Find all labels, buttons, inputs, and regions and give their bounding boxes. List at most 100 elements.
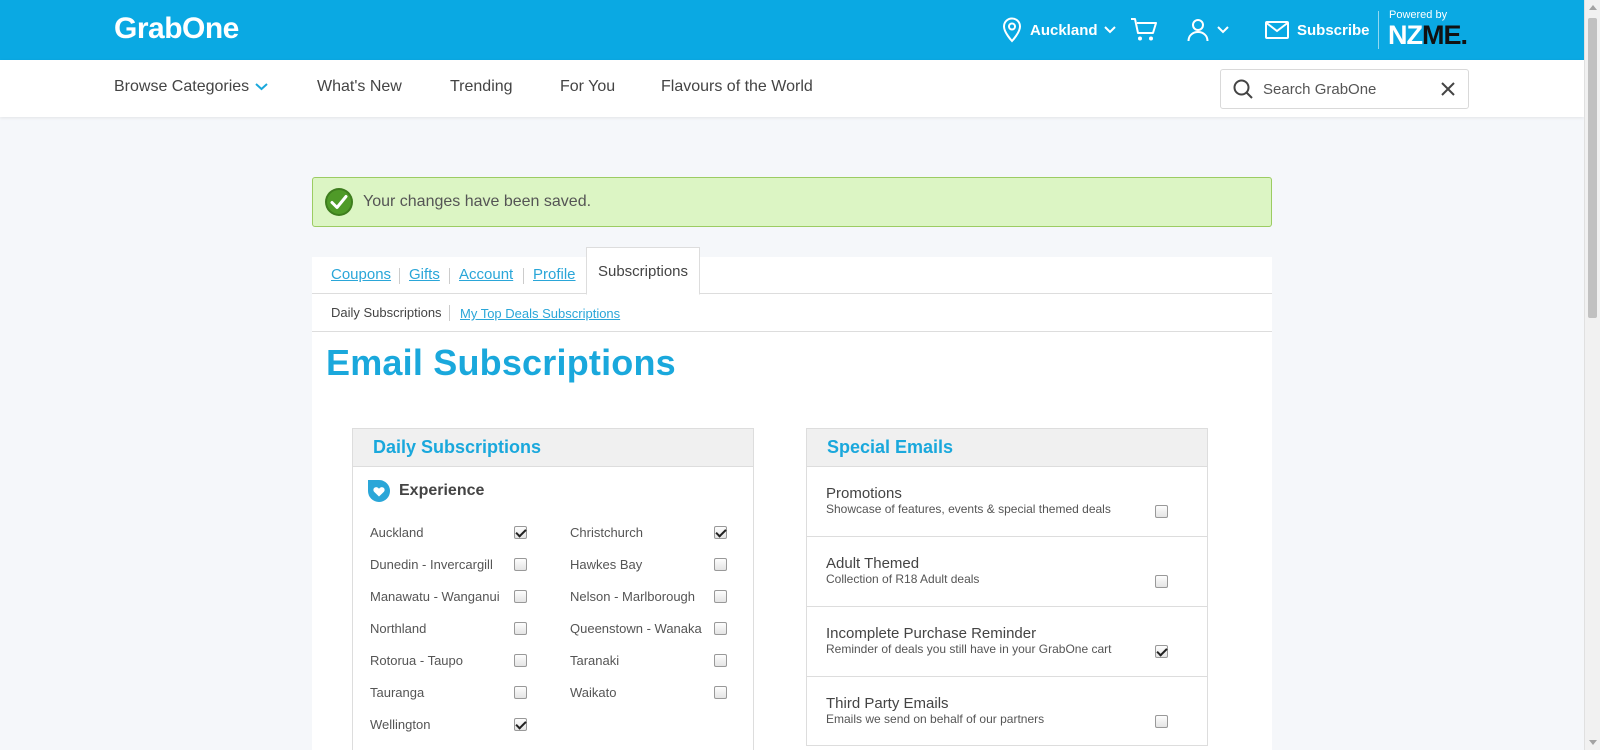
header-divider [1378, 11, 1379, 49]
mail-icon [1265, 21, 1289, 39]
special-email-description: Collection of R18 Adult deals [826, 572, 980, 586]
tab-separator [449, 268, 450, 284]
experience-section-title: Experience [399, 482, 485, 499]
search-box [1220, 69, 1469, 109]
city-checkbox[interactable] [714, 526, 727, 539]
scroll-up-arrow-icon[interactable] [1589, 5, 1597, 10]
special-email-title: Incomplete Purchase Reminder [826, 625, 1037, 642]
special-email-title: Adult Themed [826, 555, 920, 572]
city-checkbox[interactable] [514, 718, 527, 731]
city-checkbox[interactable] [514, 558, 527, 571]
nav-bar: Browse Categories What's New Trending Fo… [0, 60, 1584, 117]
city-label: Northland [370, 621, 427, 636]
account-tabs: Coupons Gifts Account Profile Subscripti… [312, 247, 1272, 295]
special-emails-heading: Special Emails [807, 429, 1207, 467]
heart-badge-icon [368, 480, 390, 502]
nav-browse-categories[interactable]: Browse Categories [114, 78, 268, 96]
daily-subscriptions-box: Daily Subscriptions Experience Auckland C… [352, 428, 754, 750]
user-icon [1187, 19, 1209, 42]
city-label: Waikato [570, 685, 617, 700]
city-label: Dunedin - Invercargill [370, 557, 493, 572]
special-email-description: Emails we send on behalf of our partners [826, 712, 1045, 726]
account-panel: Coupons Gifts Account Profile Subscripti… [312, 247, 1272, 750]
special-email-row: Third Party Emails Emails we send on beha… [807, 677, 1207, 747]
city-checkbox[interactable] [514, 654, 527, 667]
city-label: Tauranga [370, 685, 425, 700]
location-label: Auckland [1030, 21, 1098, 39]
city-checkbox[interactable] [514, 622, 527, 635]
special-emails-box: Special Emails Promotions Showcase of fea… [806, 428, 1208, 746]
city-label: Taranaki [570, 653, 620, 668]
nav-trending[interactable]: Trending [450, 78, 513, 96]
page-scrollbar[interactable] [1584, 0, 1600, 750]
nav-browse-label: Browse Categories [114, 78, 250, 95]
cart-icon [1131, 18, 1157, 41]
location-selector[interactable]: Auckland [1002, 0, 1116, 60]
special-email-row: Incomplete Purchase Reminder Reminder of … [807, 607, 1207, 677]
city-checkbox[interactable] [514, 526, 527, 539]
special-email-row: Promotions Showcase of features, events &… [807, 467, 1207, 537]
city-checkbox[interactable] [514, 686, 527, 699]
special-email-checkbox[interactable] [1155, 645, 1168, 658]
subscribe-button[interactable]: Subscribe [1265, 0, 1370, 60]
check-circle-icon [325, 188, 353, 216]
tab-separator [399, 268, 400, 284]
nzme-logo-prefix: NZ [1388, 20, 1423, 50]
nzme-logo-suffix: ME. [1422, 20, 1468, 50]
tab-gifts[interactable]: Gifts [409, 266, 440, 283]
city-checkbox[interactable] [714, 622, 727, 635]
page-title: Email Subscriptions [326, 342, 676, 383]
city-label: Nelson - Marlborough [570, 589, 696, 604]
cart-button[interactable] [1130, 0, 1158, 60]
scroll-down-arrow-icon[interactable] [1589, 740, 1597, 745]
subscription-subtabs: Daily Subscriptions My Top Deals Subscri… [312, 294, 1272, 332]
subtab-separator [449, 305, 450, 321]
tab-profile[interactable]: Profile [533, 266, 576, 283]
special-email-row: Adult Themed Collection of R18 Adult deal… [807, 537, 1207, 607]
success-message-text: Your changes have been saved. [363, 193, 592, 210]
close-icon[interactable] [1440, 81, 1456, 97]
success-message: Your changes have been saved. [312, 177, 1272, 227]
chevron-down-icon [1103, 26, 1116, 34]
city-label: Wellington [370, 717, 431, 732]
scrollbar-thumb[interactable] [1588, 18, 1597, 318]
tab-account[interactable]: Account [459, 266, 513, 283]
special-email-title: Promotions [826, 485, 902, 502]
search-icon[interactable] [1233, 79, 1253, 99]
experience-section-header: Experience [367, 479, 484, 503]
city-label: Manawatu - Wanganui [370, 589, 500, 604]
search-input[interactable] [1263, 80, 1433, 98]
tab-separator [523, 268, 524, 284]
subtab-top-deals-subscriptions[interactable]: My Top Deals Subscriptions [460, 306, 620, 321]
location-pin-icon [1002, 17, 1022, 43]
nav-flavours-of-the-world[interactable]: Flavours of the World [661, 78, 813, 96]
nav-whats-new[interactable]: What's New [317, 78, 402, 96]
special-email-checkbox[interactable] [1155, 505, 1168, 518]
city-label: Christchurch [570, 525, 643, 540]
city-checkbox[interactable] [714, 558, 727, 571]
tab-coupons[interactable]: Coupons [331, 266, 391, 283]
nav-for-you[interactable]: For You [560, 78, 615, 96]
subscribe-label: Subscribe [1297, 21, 1370, 39]
special-email-description: Showcase of features, events & special t… [826, 502, 1111, 516]
special-email-checkbox[interactable] [1155, 575, 1168, 588]
chevron-down-icon [1217, 26, 1229, 34]
special-email-title: Third Party Emails [826, 695, 949, 712]
top-bar: GrabOne Auckland Subscribe Powered by NZ… [0, 0, 1584, 60]
special-email-description: Reminder of deals you still have in your… [826, 642, 1112, 656]
daily-subscriptions-heading: Daily Subscriptions [353, 429, 753, 467]
nzme-logo[interactable]: NZME. [1388, 20, 1468, 51]
account-menu[interactable] [1187, 0, 1229, 60]
city-checkbox[interactable] [514, 590, 527, 603]
city-label: Queenstown - Wanaka [570, 621, 702, 636]
city-label: Hawkes Bay [570, 557, 643, 572]
city-label: Auckland [370, 525, 424, 540]
city-checkbox[interactable] [714, 654, 727, 667]
subtab-daily-subscriptions[interactable]: Daily Subscriptions [331, 305, 442, 320]
chevron-down-icon [255, 83, 268, 91]
city-checkbox[interactable] [714, 686, 727, 699]
tab-subscriptions[interactable]: Subscriptions [586, 247, 700, 295]
city-checkbox[interactable] [714, 590, 727, 603]
special-email-checkbox[interactable] [1155, 715, 1168, 728]
grabone-logo[interactable]: GrabOne [114, 12, 239, 46]
